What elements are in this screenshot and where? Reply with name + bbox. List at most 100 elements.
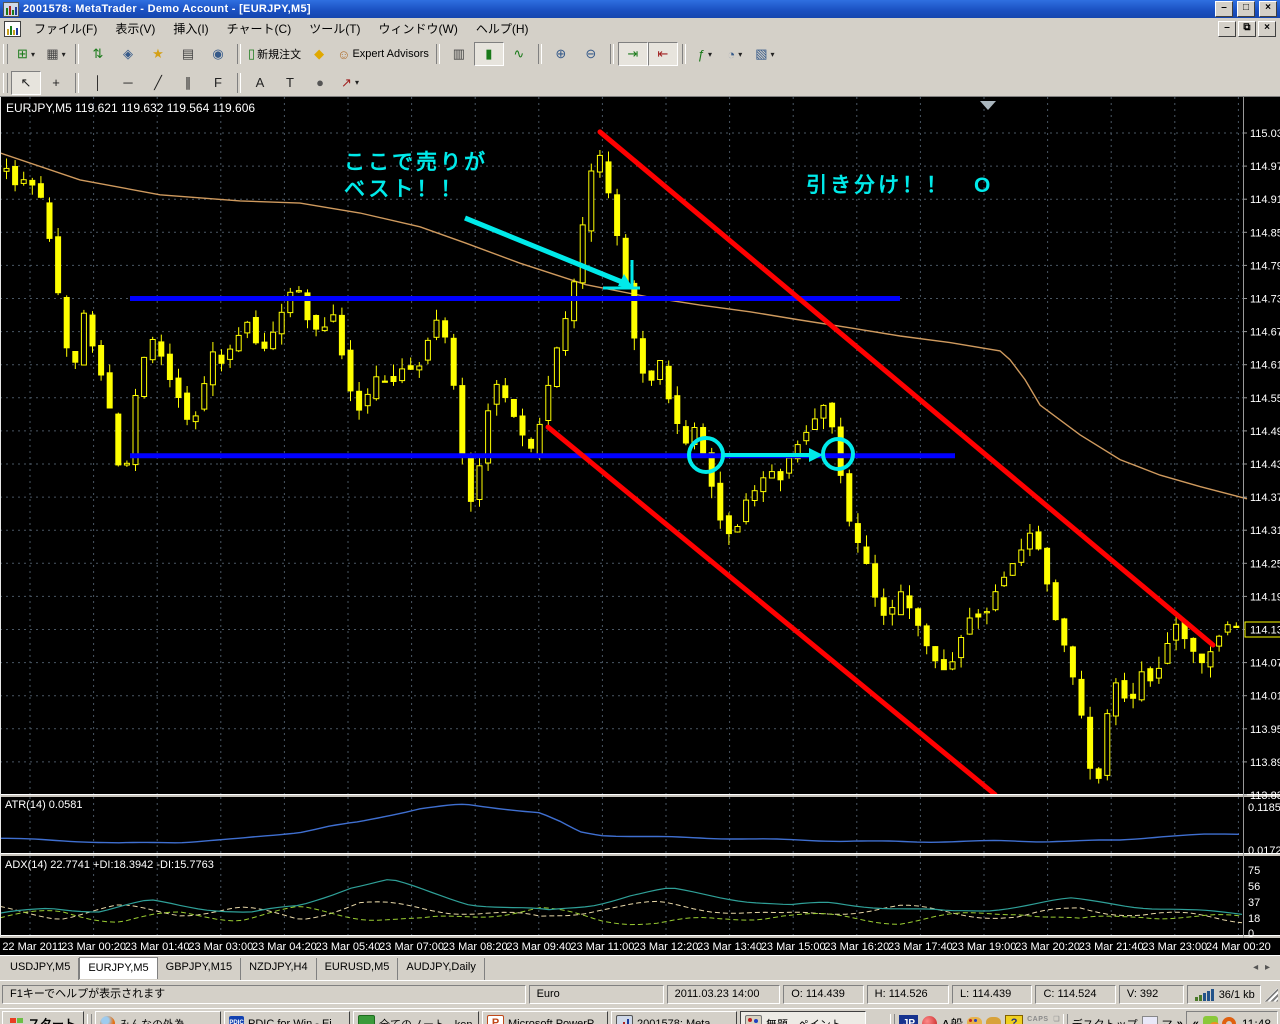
- new-chart-button[interactable]: ⊞▾: [11, 42, 41, 66]
- periods-button[interactable]: ◔▾: [720, 42, 750, 66]
- ime-input-mode[interactable]: A般: [941, 1014, 963, 1024]
- dropdown-arrow-icon[interactable]: ▾: [771, 50, 775, 59]
- tab-gbpjpy-m15[interactable]: GBPJPY,M15: [158, 958, 241, 980]
- tab-usdjpy-m5[interactable]: USDJPY,M5: [2, 958, 79, 980]
- dropdown-arrow-icon[interactable]: ▾: [31, 50, 35, 59]
- desktop-overflow-chevron[interactable]: »: [1177, 1018, 1183, 1024]
- terminal-button[interactable]: ▤: [173, 42, 203, 66]
- task-label: みんなの外為 - ...: [119, 1016, 204, 1024]
- dropdown-arrow-icon[interactable]: ▾: [355, 78, 359, 87]
- data-window-button[interactable]: ◈: [113, 42, 143, 66]
- svg-text:23 Mar 23:00: 23 Mar 23:00: [1142, 941, 1207, 953]
- menu-item-6[interactable]: ヘルプ(H): [467, 18, 538, 39]
- child-minimize-button[interactable]: –: [1218, 21, 1236, 37]
- dropdown-arrow-icon[interactable]: ▾: [738, 50, 742, 59]
- text-label-button[interactable]: T: [275, 71, 305, 95]
- ime-jp-icon[interactable]: JP: [899, 1015, 918, 1024]
- metaeditor-button[interactable]: ◆: [304, 42, 334, 66]
- menu-item-1[interactable]: 表示(V): [106, 18, 164, 39]
- tab-audjpy-daily[interactable]: AUDJPY,Daily: [398, 958, 485, 980]
- price-chart[interactable]: ここで売りがベスト！！引き分け！！ OEURJPY,M5 119.621 119…: [0, 97, 1280, 955]
- tab-scroll-arrows[interactable]: ◂ ▸: [1253, 958, 1278, 980]
- zoom-in-button[interactable]: ⊕: [546, 42, 576, 66]
- svg-text:114.735: 114.735: [1250, 294, 1280, 306]
- chart-window-icon[interactable]: [4, 21, 21, 37]
- menu-item-0[interactable]: ファイル(F): [25, 18, 106, 39]
- svg-text:56: 56: [1248, 881, 1260, 893]
- child-restore-button[interactable]: ⧉: [1238, 21, 1256, 37]
- start-button[interactable]: スタート: [2, 1011, 84, 1024]
- caps-kana-indicator[interactable]: CAPS KANA: [1027, 1016, 1049, 1024]
- arrows-button[interactable]: ↗▾: [335, 71, 365, 95]
- text-button[interactable]: A: [245, 71, 275, 95]
- auto-scroll-button[interactable]: ⇥: [618, 42, 648, 66]
- bar-chart-button[interactable]: ▥: [444, 42, 474, 66]
- crosshair-button[interactable]: +: [41, 71, 71, 95]
- toolbar-separator: [610, 44, 614, 64]
- chart-area[interactable]: ここで売りがベスト！！引き分け！！ OEURJPY,M5 119.621 119…: [0, 97, 1280, 955]
- chart-header: EURJPY,M5 119.621 119.632 119.564 119.60…: [6, 101, 255, 115]
- tray-collapse-chevron[interactable]: «: [1193, 1018, 1199, 1024]
- task-powerpoint[interactable]: PMicrosoft PowerP...: [482, 1011, 608, 1024]
- close-button[interactable]: ×: [1259, 1, 1277, 17]
- chart-shift-button[interactable]: ⇤: [648, 42, 678, 66]
- drawing-toolbar: ↖+ │─╱∥FAT ● ↗▾: [0, 69, 1280, 97]
- tray-update-icon[interactable]: 1: [1203, 1016, 1218, 1024]
- navigator-button[interactable]: ★: [143, 42, 173, 66]
- dropdown-arrow-icon[interactable]: ▾: [708, 50, 712, 59]
- task-pdic[interactable]: PDICPDIC for Win - Ei...: [224, 1011, 350, 1024]
- tray-app-icon[interactable]: [1222, 1017, 1236, 1024]
- task-notes[interactable]: 全てのノート - ken...: [353, 1011, 479, 1024]
- langbar-options-icons[interactable]: ❏▾: [1053, 1016, 1059, 1024]
- shapes-button[interactable]: ●: [305, 71, 335, 95]
- candlestick-button[interactable]: ▮: [474, 42, 504, 66]
- desktop-toolbar-label[interactable]: デスクトップ: [1072, 1016, 1138, 1024]
- menu-item-3[interactable]: チャート(C): [218, 18, 301, 39]
- zoom-out-button[interactable]: ⊖: [576, 42, 606, 66]
- horizontal-line-button[interactable]: ─: [113, 71, 143, 95]
- svg-text:23 Mar 21:40: 23 Mar 21:40: [1079, 941, 1144, 953]
- trendline-button[interactable]: ╱: [143, 71, 173, 95]
- chart-shift-icon: ⇤: [657, 46, 668, 62]
- shapes-icon: ●: [316, 75, 324, 90]
- templates-button[interactable]: ▧▾: [750, 42, 780, 66]
- svg-text:113.955: 113.955: [1250, 724, 1280, 736]
- ime-help-icon[interactable]: ?: [1005, 1015, 1023, 1024]
- toolbar-separator: [538, 44, 542, 64]
- indicators-button[interactable]: ƒ▾: [690, 42, 720, 66]
- tab-eurusd-m5[interactable]: EURUSD,M5: [317, 958, 399, 980]
- taskbar-clock[interactable]: 11:48: [1240, 1017, 1271, 1024]
- task-firefox[interactable]: みんなの外為 - ...: [95, 1011, 221, 1024]
- profiles-button[interactable]: ▦▾: [41, 42, 71, 66]
- expert-advisors-button[interactable]: ☺Expert Advisors: [334, 42, 432, 66]
- expert-advisors-button-label: Expert Advisors: [352, 48, 428, 60]
- vertical-line-button[interactable]: │: [83, 71, 113, 95]
- svg-text:23 Mar 08:20: 23 Mar 08:20: [443, 941, 508, 953]
- ime-status-icon[interactable]: [922, 1016, 937, 1024]
- fibonacci-button[interactable]: F: [203, 71, 233, 95]
- menu-item-5[interactable]: ウィンドウ(W): [370, 18, 467, 39]
- menu-item-4[interactable]: ツール(T): [300, 18, 369, 39]
- resize-grip[interactable]: [1264, 988, 1278, 1002]
- task-paint[interactable]: 無題 - ペイント: [740, 1011, 866, 1024]
- ime-tools-icon[interactable]: [967, 1017, 982, 1024]
- ime-brush-icon[interactable]: [986, 1017, 1001, 1024]
- new-order-button[interactable]: ▯新規注文: [245, 42, 304, 66]
- toolbar-grip[interactable]: [3, 44, 8, 64]
- toolbar-grip[interactable]: [3, 73, 8, 93]
- strategy-tester-button[interactable]: ◉: [203, 42, 233, 66]
- desktop-item-label[interactable]: マ: [1162, 1016, 1173, 1024]
- channel-button[interactable]: ∥: [173, 71, 203, 95]
- line-chart-button[interactable]: ∿: [504, 42, 534, 66]
- tab-eurjpy-m5[interactable]: EURJPY,M5: [79, 957, 157, 979]
- minimize-button[interactable]: –: [1215, 1, 1233, 17]
- tab-nzdjpy-h4[interactable]: NZDJPY,H4: [241, 958, 316, 980]
- task-metatrader[interactable]: 2001578: Meta...: [611, 1011, 737, 1024]
- market-watch-button[interactable]: ⇅: [83, 42, 113, 66]
- notepad-icon[interactable]: [1142, 1016, 1158, 1024]
- maximize-button[interactable]: □: [1237, 1, 1255, 17]
- menu-item-2[interactable]: 挿入(I): [164, 18, 217, 39]
- child-close-button[interactable]: ×: [1258, 21, 1276, 37]
- cursor-button[interactable]: ↖: [11, 71, 41, 95]
- dropdown-arrow-icon[interactable]: ▾: [62, 50, 66, 59]
